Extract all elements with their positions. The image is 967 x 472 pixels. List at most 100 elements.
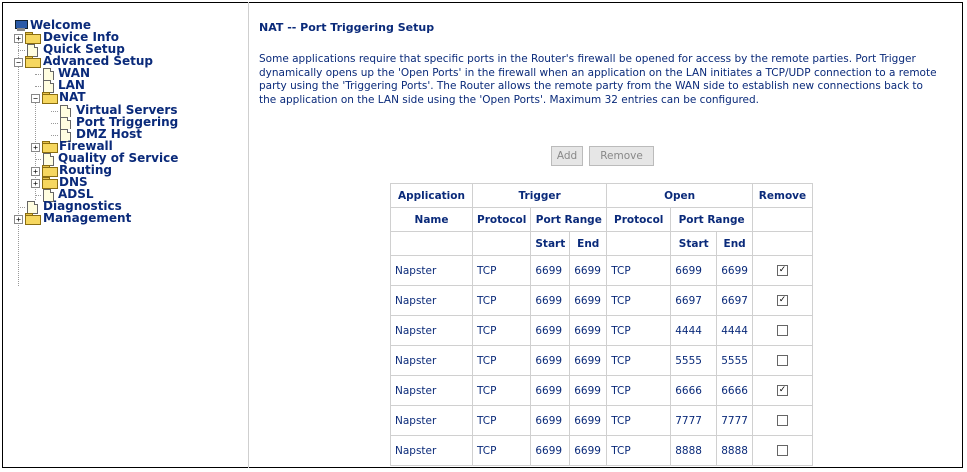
col-open-port-range: Port Range — [670, 207, 753, 232]
table-sub-header-row: Name Protocol Port Range Protocol Port R… — [390, 207, 813, 232]
add-button[interactable]: Add — [551, 146, 583, 166]
table-cell-o-end: 6666 — [716, 375, 753, 406]
collapse-minus-icon[interactable]: − — [31, 94, 40, 103]
table-cell-o-end: 6697 — [716, 285, 753, 316]
sidebar-item-wan[interactable]: WAN — [14, 67, 214, 81]
document-icon — [43, 80, 54, 93]
blank-cell — [751, 231, 813, 256]
open-folder-icon — [25, 56, 41, 68]
table-cell-o-proto: TCP — [606, 375, 672, 406]
page-description: Some applications require that specific … — [259, 53, 937, 106]
table-cell-t-proto: TCP — [471, 255, 532, 286]
table-cell-t-proto: TCP — [471, 405, 532, 436]
table-cell-t-start: 6699 — [530, 405, 571, 436]
table-cell-o-start: 6697 — [670, 285, 718, 316]
table-cell-t-proto: TCP — [471, 285, 532, 316]
table-cell-t-end: 6699 — [569, 375, 608, 406]
table-cell-t-proto: TCP — [471, 375, 532, 406]
table-cell-remove — [751, 405, 813, 436]
sidebar-item-label: NAT — [59, 90, 86, 104]
blank-cell — [390, 231, 473, 256]
table-cell-o-end: 5555 — [716, 345, 753, 376]
table-cell-o-start: 5555 — [670, 345, 718, 376]
table-cell-t-start: 6699 — [530, 435, 571, 466]
table-cell-name: Napster — [390, 345, 473, 376]
table-cell-t-start: 6699 — [530, 345, 571, 376]
table-cell-t-proto: TCP — [471, 345, 532, 376]
expand-plus-icon[interactable]: + — [31, 143, 40, 152]
document-icon — [27, 201, 38, 214]
remove-checkbox[interactable]: ✓ — [776, 295, 788, 306]
open-folder-icon — [42, 92, 58, 104]
table-cell-o-proto: TCP — [606, 435, 672, 466]
table-cell-remove: ✓ — [751, 285, 813, 316]
sidebar-item-advanced-setup[interactable]: − Advanced Setup — [14, 55, 214, 68]
collapse-minus-icon[interactable]: − — [14, 58, 23, 67]
table-cell-name: Napster — [390, 375, 473, 406]
table-cell-o-start: 6666 — [670, 375, 718, 406]
port-triggering-table: Application Trigger Open Remove Name Pro… — [390, 183, 813, 466]
table-cell-name: Napster — [390, 315, 473, 346]
remove-checkbox[interactable] — [776, 415, 788, 426]
table-cell-o-proto: TCP — [606, 405, 672, 436]
table-cell-o-proto: TCP — [606, 255, 672, 286]
table-cell-name: Napster — [390, 255, 473, 286]
table-cell-o-start: 7777 — [670, 405, 718, 436]
table-cell-o-proto: TCP — [606, 345, 672, 376]
table-cell-o-proto: TCP — [606, 285, 672, 316]
col-open-protocol: Protocol — [606, 207, 672, 232]
table-row: Napster TCP 6699 6699 TCP 4444 4444 — [390, 315, 813, 346]
table-cell-t-start: 6699 — [530, 375, 571, 406]
document-icon — [43, 153, 54, 166]
table-cell-t-start: 6699 — [530, 315, 571, 346]
table-cell-t-start: 6699 — [530, 285, 571, 316]
table-cell-o-end: 4444 — [716, 315, 753, 346]
table-cell-o-end: 6699 — [716, 255, 753, 286]
table-cell-remove: ✓ — [751, 255, 813, 286]
table-cell-t-end: 6699 — [569, 315, 608, 346]
table-row: Napster TCP 6699 6699 TCP 6699 6699 ✓ — [390, 255, 813, 286]
page-title: NAT -- Port Triggering Setup — [259, 21, 435, 34]
document-icon — [43, 68, 54, 81]
blank-cell — [471, 231, 532, 256]
expand-plus-icon[interactable]: + — [31, 167, 40, 176]
expand-plus-icon[interactable]: + — [14, 215, 23, 224]
expand-plus-icon[interactable]: + — [31, 179, 40, 188]
remove-checkbox[interactable] — [776, 325, 788, 336]
remove-checkbox[interactable]: ✓ — [776, 385, 788, 396]
folder-icon — [25, 213, 41, 225]
computer-icon — [14, 20, 28, 31]
folder-icon — [42, 165, 58, 177]
sidebar-item-dns[interactable]: + DNS — [14, 176, 214, 189]
col-open-end: End — [716, 231, 753, 256]
table-cell-o-start: 8888 — [670, 435, 718, 466]
remove-checkbox[interactable] — [776, 355, 788, 366]
sidebar-item-lan[interactable]: LAN — [14, 79, 214, 93]
table-body: Napster TCP 6699 6699 TCP 6699 6699 ✓ Napster TCP… — [390, 255, 813, 466]
table-cell-o-end: 7777 — [716, 405, 753, 436]
table-cell-name: Napster — [390, 435, 473, 466]
table-range-header-row: Start End Start End — [390, 231, 813, 256]
col-trigger-end: End — [569, 231, 608, 256]
table-cell-t-end: 6699 — [569, 345, 608, 376]
sidebar-item-routing[interactable]: + Routing — [14, 164, 214, 177]
col-remove: Remove — [751, 183, 813, 208]
table-row: Napster TCP 6699 6699 TCP 7777 7777 — [390, 405, 813, 436]
col-open-start: Start — [670, 231, 718, 256]
sidebar-item-quality-of-service[interactable]: Quality of Service — [14, 152, 234, 166]
table-cell-t-proto: TCP — [471, 435, 532, 466]
frame-divider — [248, 2, 249, 468]
table-row: Napster TCP 6699 6699 TCP 6697 6697 ✓ — [390, 285, 813, 316]
sidebar-item-management[interactable]: + Management — [14, 211, 214, 225]
document-icon — [60, 117, 71, 130]
table-row: Napster TCP 6699 6699 TCP 6666 6666 ✓ — [390, 375, 813, 406]
blank-cell — [606, 231, 672, 256]
expand-plus-icon[interactable]: + — [14, 34, 23, 43]
sidebar-item-label: Management — [43, 211, 132, 225]
folder-icon — [42, 177, 58, 189]
sidebar-item-dmz-host[interactable]: DMZ Host — [14, 128, 234, 142]
remove-checkbox[interactable] — [776, 445, 788, 456]
remove-checkbox[interactable]: ✓ — [776, 265, 788, 276]
remove-button[interactable]: Remove — [589, 146, 654, 166]
table-cell-t-proto: TCP — [471, 315, 532, 346]
